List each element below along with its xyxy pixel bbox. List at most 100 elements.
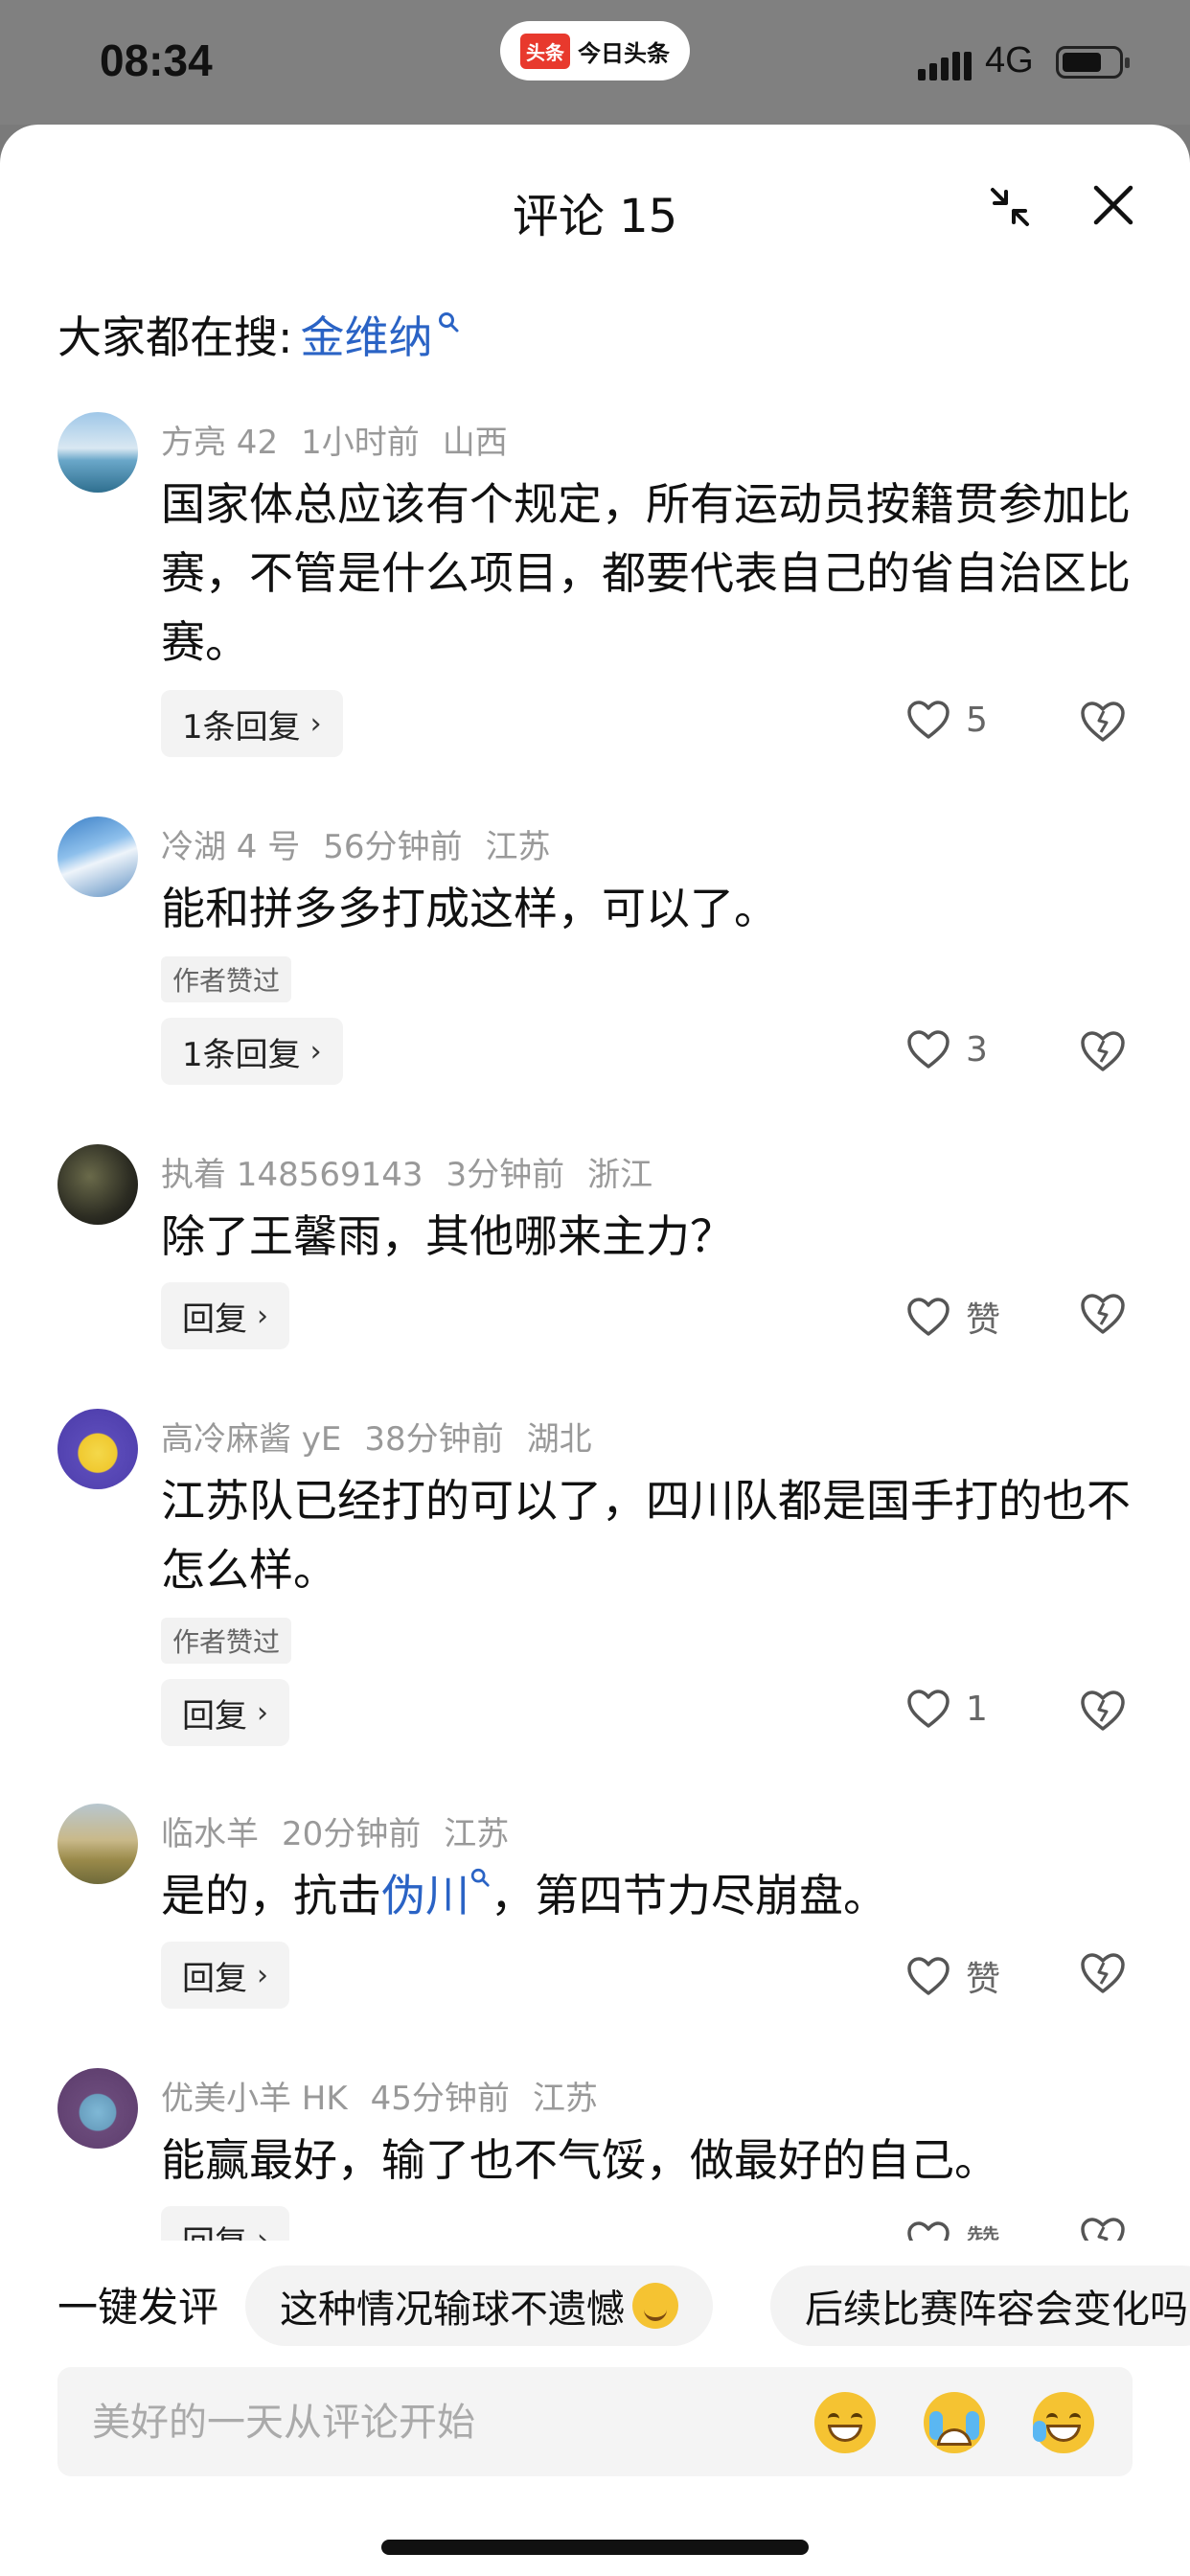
like-count: 3	[966, 1029, 988, 1070]
heart-icon	[907, 2221, 950, 2241]
comment-text: 能和拼多多打成这样，可以了。	[161, 883, 778, 934]
comment-input[interactable]	[92, 2394, 763, 2451]
chevron-right-icon: ›	[309, 706, 322, 741]
comment-text: 国家体总应该有个规定，所有运动员按籍贯参加比赛，不管是什么项目，都要代表自己的省…	[161, 478, 1131, 668]
app-indicator[interactable]: 头条 今日头条	[500, 21, 690, 80]
like-button[interactable]: 5	[906, 700, 988, 740]
comment-text: 除了王馨雨，其他哪来主力？	[161, 1210, 734, 1262]
like-count: 赞	[966, 2216, 1000, 2241]
like-button[interactable]: 赞	[906, 2216, 1000, 2241]
avatar[interactable]	[57, 2068, 138, 2149]
reply-button[interactable]: 回复 ›	[161, 1942, 289, 2009]
laugh-cry-emoji-icon[interactable]	[1033, 2392, 1094, 2453]
comment-location: 江苏	[532, 2080, 598, 2118]
comment-meta: 临水羊 20分钟前 江苏	[161, 1807, 532, 1854]
network-type: 4G	[985, 40, 1034, 80]
chevron-right-icon: ›	[257, 1695, 268, 1730]
reply-label: 回复	[182, 1959, 247, 1998]
reply-button[interactable]: 回复 ›	[161, 2206, 289, 2241]
battery-icon	[1056, 46, 1130, 79]
wink-emoji-icon	[632, 2283, 678, 2329]
like-count: 赞	[966, 1960, 1001, 1999]
reply-button[interactable]: 回复 ›	[161, 1282, 289, 1349]
comment-username[interactable]: 高冷麻酱 yE	[161, 1420, 341, 1459]
chevron-right-icon: ›	[257, 1299, 268, 1333]
quick-comment-chip[interactable]: 这种情况输球不遗憾	[245, 2266, 713, 2346]
comment-text: 是的，抗击伪川 ，第四节力尽崩盘。	[161, 1861, 1138, 1930]
quick-comment-chip[interactable]: 后续比赛阵容会变化吗	[770, 2266, 1190, 2346]
dislike-icon[interactable]	[1079, 700, 1127, 744]
author-liked-badge: 作者赞过	[161, 1618, 292, 1664]
comment-meta: 优美小羊 HK 45分钟前 江苏	[161, 2072, 621, 2119]
comment-username[interactable]: 执着 148569143	[161, 1156, 423, 1194]
reply-label: 回复	[182, 1696, 247, 1736]
comment-text: 江苏队已经打的可以了，四川队都是国手打的也不怎么样。	[161, 1475, 1131, 1596]
comment-input-box[interactable]	[57, 2367, 1133, 2476]
dislike-icon[interactable]	[1079, 1292, 1127, 1336]
comment-username[interactable]: 优美小羊 HK	[161, 2080, 348, 2118]
comment-username[interactable]: 临水羊	[161, 1815, 259, 1853]
avatar[interactable]	[57, 412, 138, 493]
comment-location: 江苏	[485, 828, 551, 866]
dislike-icon[interactable]	[1079, 1951, 1127, 1995]
close-icon[interactable]	[1090, 182, 1136, 228]
app-logo: 头条	[520, 33, 570, 69]
comment-username[interactable]: 方亮 42	[161, 424, 278, 462]
dislike-icon[interactable]	[1079, 1029, 1127, 1073]
comment-composer: 一键发评 这种情况输球不遗憾 后续比赛阵容会变化吗	[0, 2241, 1190, 2576]
crying-emoji-icon[interactable]	[924, 2392, 985, 2453]
chip-label: 这种情况输球不遗憾	[280, 2288, 625, 2332]
avatar[interactable]	[57, 1144, 138, 1225]
chip-label: 后续比赛阵容会变化吗	[805, 2288, 1188, 2332]
comment-text: 能赢最好，输了也不气馁，做最好的自己。	[161, 2134, 998, 2186]
avatar[interactable]	[57, 816, 138, 897]
search-icon	[470, 1868, 490, 1887]
signal-icon	[918, 46, 972, 80]
comment-text-part: ，第四节力尽崩盘。	[491, 1870, 887, 1921]
comment-time: 1小时前	[301, 424, 420, 462]
heart-icon	[907, 1690, 950, 1728]
collapse-icon[interactable]	[987, 184, 1033, 230]
dislike-icon[interactable]	[1079, 1689, 1127, 1733]
like-count: 赞	[966, 1300, 1001, 1340]
chevron-right-icon: ›	[257, 2222, 268, 2242]
reply-button[interactable]: 1条回复 ›	[161, 690, 343, 757]
like-button[interactable]: 1	[906, 1689, 988, 1729]
home-indicator	[381, 2540, 809, 2555]
heart-icon	[907, 1030, 950, 1069]
comment-time: 56分钟前	[323, 828, 463, 866]
comment-meta: 执着 148569143 3分钟前 浙江	[161, 1148, 675, 1195]
quick-comment-label: 一键发评	[57, 2284, 219, 2331]
comment-sheet: 评论 15 大家都在搜: 金维纳 方亮 42 1小时前 山西 国家体总应该有个规定，…	[0, 125, 1190, 2576]
avatar[interactable]	[57, 1409, 138, 1489]
reply-button[interactable]: 1条回复 ›	[161, 1018, 343, 1085]
reply-button[interactable]: 回复 ›	[161, 1679, 289, 1746]
heart-icon	[907, 1957, 950, 1995]
comment-meta: 冷湖 4 号 56分钟前 江苏	[161, 820, 574, 867]
status-time: 08:34	[100, 35, 213, 85]
avatar[interactable]	[57, 1804, 138, 1884]
like-button[interactable]: 赞	[906, 1292, 1000, 1342]
chevron-right-icon: ›	[309, 1034, 322, 1069]
grin-emoji-icon[interactable]	[814, 2392, 876, 2453]
comment-time: 3分钟前	[446, 1156, 565, 1194]
search-hint-prefix: 大家都在搜:	[57, 311, 293, 363]
app-name: 今日头条	[578, 39, 670, 67]
like-button[interactable]: 赞	[906, 1951, 1000, 2001]
search-icon	[438, 312, 458, 333]
comment-meta: 方亮 42 1小时前 山西	[161, 416, 531, 463]
heart-icon	[907, 1298, 950, 1336]
heart-icon	[907, 701, 950, 739]
dislike-icon[interactable]	[1079, 2216, 1127, 2241]
author-liked-badge: 作者赞过	[161, 956, 292, 1002]
like-button[interactable]: 3	[906, 1029, 988, 1070]
reply-label: 回复	[182, 1300, 247, 1339]
search-keyword-link[interactable]: 伪川	[381, 1870, 469, 1921]
reply-label: 1条回复	[182, 1035, 301, 1074]
comment-location: 江苏	[444, 1815, 510, 1853]
search-keyword-link[interactable]: 金维纳	[301, 303, 433, 366]
comment-username[interactable]: 冷湖 4 号	[161, 828, 300, 866]
like-count: 1	[966, 1689, 988, 1729]
comment-time: 45分钟前	[370, 2080, 510, 2118]
chevron-right-icon: ›	[257, 1958, 268, 1992]
